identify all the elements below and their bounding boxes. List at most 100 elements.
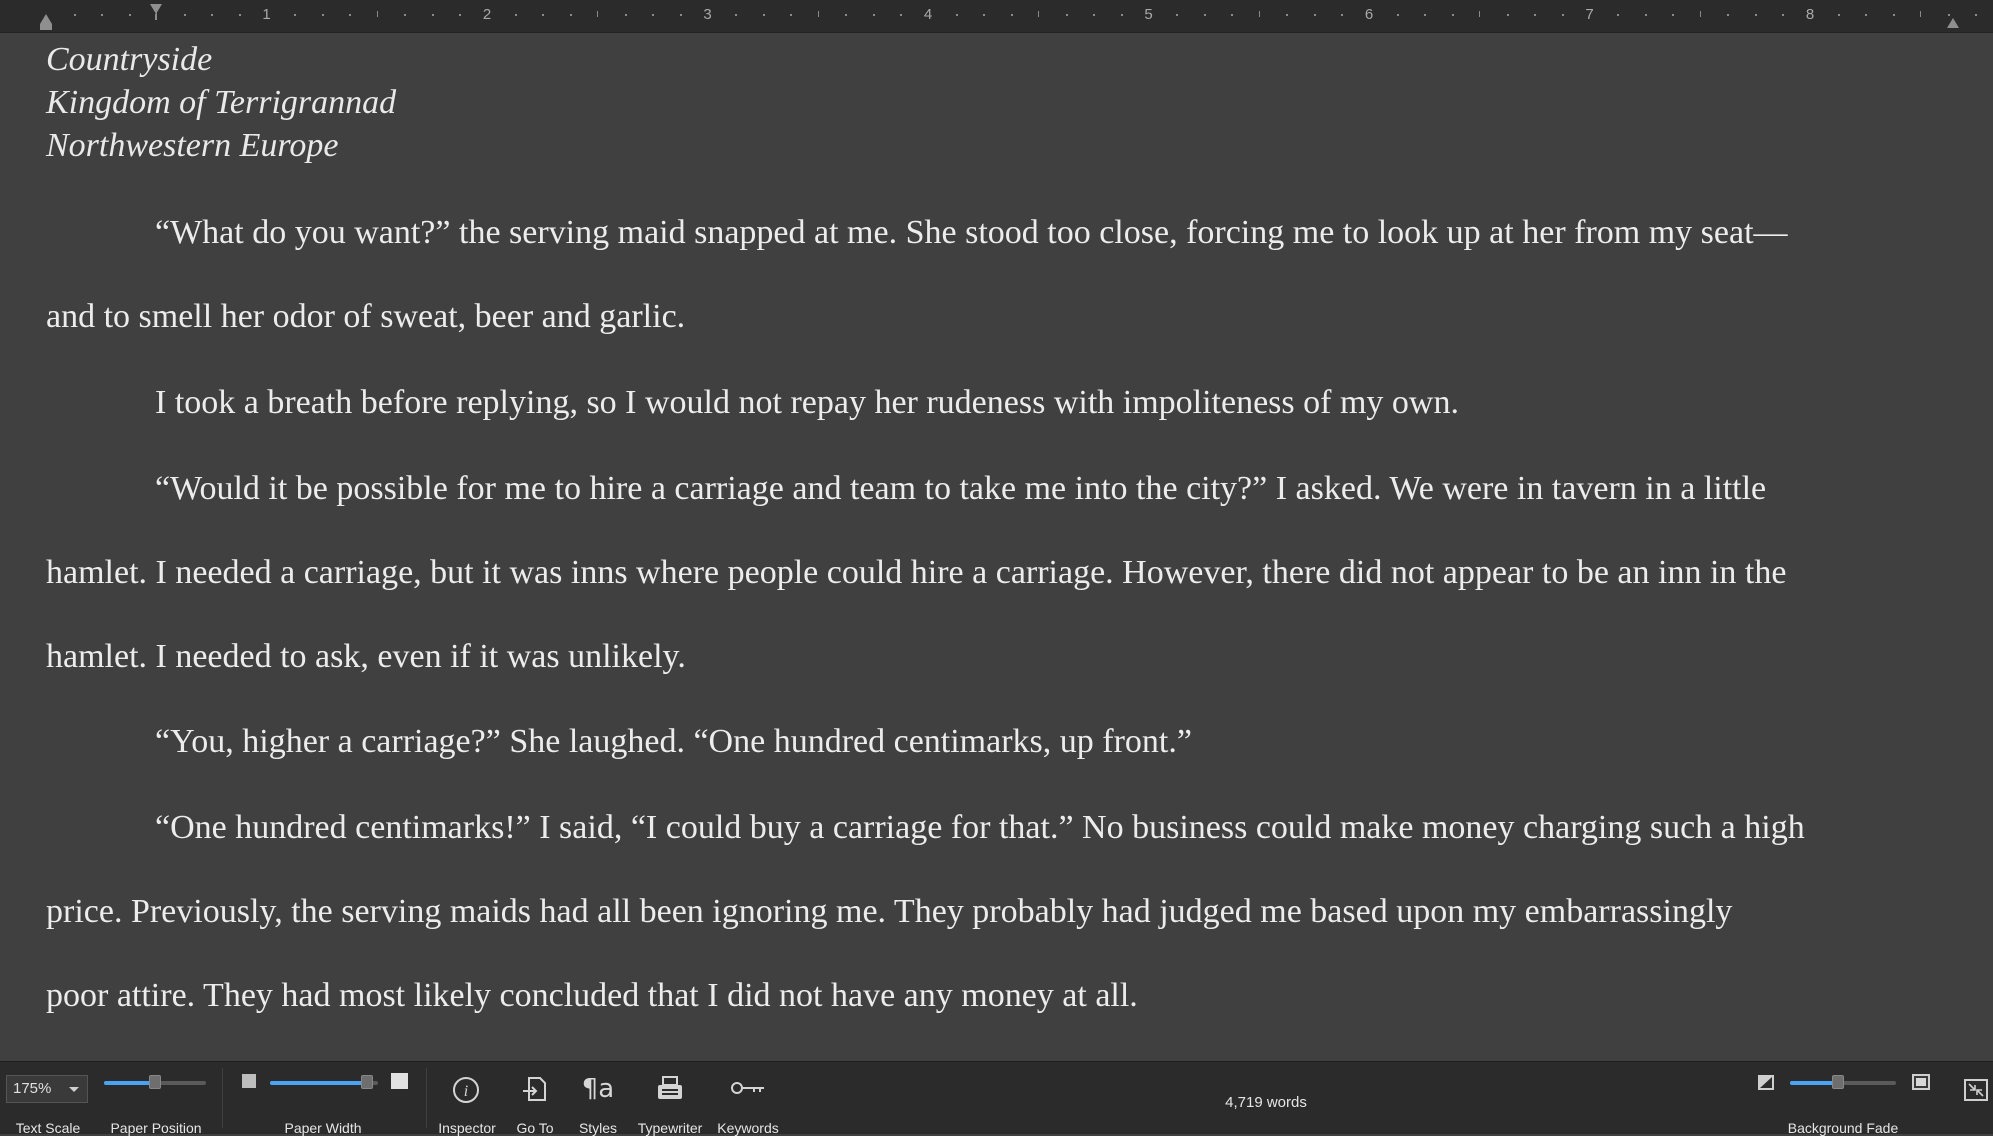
background-fade-fill (1790, 1081, 1838, 1085)
ruler-tick (1865, 14, 1868, 16)
ruler-tick (1754, 14, 1757, 16)
ruler-tick (790, 14, 793, 16)
ruler-tick (1506, 14, 1509, 16)
ruler[interactable]: 1 2 3 4 5 6 7 8 (0, 0, 1993, 33)
paragraph-styles-icon: ¶a (581, 1074, 615, 1104)
ruler-tick (1920, 11, 1922, 17)
ruler-tick (1644, 14, 1647, 16)
fade-low-glyph (1760, 1077, 1772, 1088)
ruler-tick (459, 14, 462, 16)
ruler-tick (1699, 11, 1701, 17)
word-count: 4,719 words (1225, 1094, 1307, 1111)
ruler-tick (1396, 14, 1399, 16)
paragraph-line: hamlet. I needed to ask, even if it was … (46, 638, 686, 675)
ruler-tick (238, 14, 241, 16)
ruler-tick (955, 14, 958, 16)
paragraph-line: “What do you want?” the serving maid sna… (155, 214, 1788, 251)
fade-high-icon[interactable] (1912, 1074, 1930, 1090)
keywords-label: Keywords (717, 1120, 779, 1136)
paper-position-fill (104, 1081, 155, 1085)
narrow-paper-icon[interactable] (242, 1074, 256, 1088)
ruler-tick (1341, 14, 1344, 16)
ruler-tick (294, 14, 297, 16)
text-scale-select[interactable]: 175% (6, 1075, 88, 1103)
left-indent-marker-base[interactable] (40, 24, 52, 30)
ruler-tick (1561, 14, 1564, 16)
background-fade-label: Background Fade (1787, 1120, 1899, 1136)
ruler-number: 8 (1805, 6, 1815, 23)
ruler-tick (624, 14, 627, 16)
left-indent-marker[interactable] (40, 14, 52, 24)
ruler-tick (1727, 14, 1730, 16)
typewriter-icon (658, 1076, 682, 1099)
text-scale-label: Text Scale (15, 1120, 81, 1136)
header-line-region: Northwestern Europe (46, 127, 339, 164)
ruler-tick (128, 14, 131, 16)
chevron-down-icon[interactable] (69, 1087, 79, 1092)
ruler-number: 5 (1144, 6, 1153, 23)
ruler-tick (762, 14, 765, 16)
header-line-location: Countryside (46, 41, 213, 78)
info-icon: i (453, 1077, 479, 1103)
ruler-tick (1038, 11, 1040, 17)
paper-width-label: Paper Width (284, 1120, 362, 1136)
ruler-tick (1120, 14, 1123, 16)
fade-low-icon[interactable] (1758, 1075, 1774, 1090)
ruler-tick (679, 14, 682, 16)
paragraph-line: price. Previously, the serving maids had… (46, 893, 1733, 930)
header-line-kingdom: Kingdom of Terrigrannad (46, 84, 397, 121)
ruler-tick (845, 14, 848, 16)
ruler-tick (1286, 14, 1289, 16)
ruler-tick (321, 14, 324, 16)
ruler-tick (349, 14, 352, 16)
ruler-tick (597, 11, 599, 17)
divider (222, 1068, 223, 1128)
goto-icon (523, 1077, 546, 1101)
ruler-tick (1479, 11, 1481, 17)
paragraph-line: “You, higher a carriage?” She laughed. “… (155, 723, 1192, 760)
paper-width-slider[interactable] (270, 1075, 378, 1089)
ruler-tick (735, 14, 738, 16)
ruler-number: 7 (1585, 6, 1594, 23)
background-fade-handle[interactable] (1832, 1075, 1844, 1089)
ruler-tick (1782, 14, 1785, 16)
ruler-number: 4 (923, 6, 933, 23)
background-fade-slider[interactable] (1790, 1075, 1896, 1089)
ruler-tick (1203, 14, 1206, 16)
ruler-tick (817, 11, 819, 17)
paragraph-line: poor attire. They had most likely conclu… (46, 977, 1138, 1014)
typewriter-label: Typewriter (637, 1120, 703, 1136)
ruler-tick (983, 14, 986, 16)
paper-width-fill (270, 1081, 367, 1085)
ruler-number: 3 (703, 6, 712, 23)
ruler-tick (183, 14, 186, 16)
fade-high-glyph (1916, 1078, 1926, 1086)
ruler-tick (1837, 14, 1840, 16)
ruler-tick (376, 11, 378, 17)
ruler-tick (1947, 14, 1950, 16)
right-indent-marker[interactable] (1947, 18, 1959, 28)
styles-label: Styles (578, 1120, 618, 1136)
ruler-tick (1672, 14, 1675, 16)
ruler-tick (404, 14, 407, 16)
ruler-tick (211, 14, 214, 16)
ruler-tick (514, 14, 517, 16)
ruler-tick (1231, 14, 1234, 16)
paragraph-line: hamlet. I needed a carriage, but it was … (46, 554, 1787, 591)
paragraph-line: and to smell her odor of sweat, beer and… (46, 298, 686, 335)
paper-width-handle[interactable] (361, 1075, 373, 1089)
document-editor[interactable]: Countryside Kingdom of Terrigrannad Nort… (0, 33, 1993, 1060)
paragraph-line: “One hundred centimarks!” I said, “I cou… (155, 809, 1805, 846)
ruler-tick (156, 11, 158, 17)
divider (426, 1068, 427, 1128)
ruler-tick (1424, 14, 1427, 16)
text-scale-value: 175% (13, 1080, 52, 1097)
paper-position-slider[interactable] (104, 1075, 206, 1089)
ruler-tick (542, 14, 545, 16)
wide-paper-icon[interactable] (391, 1073, 408, 1089)
ruler-tick (1617, 14, 1620, 16)
paper-position-handle[interactable] (149, 1075, 161, 1089)
inspector-label: Inspector (438, 1120, 496, 1136)
ruler-tick (101, 14, 104, 16)
exit-fullscreen-icon[interactable] (1964, 1079, 1988, 1101)
